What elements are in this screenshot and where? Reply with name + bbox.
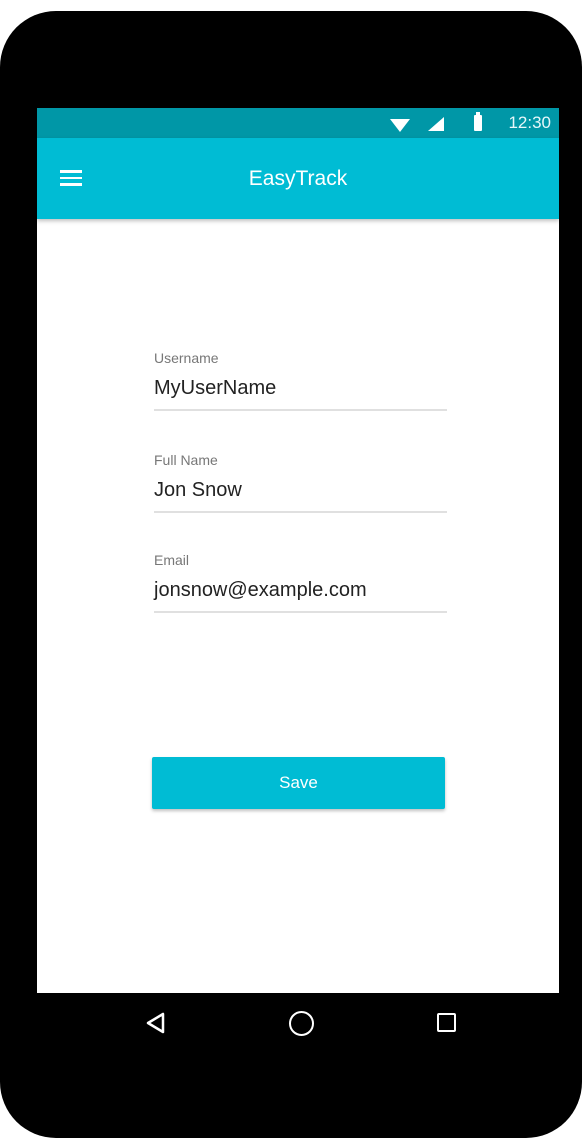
email-underline [154, 611, 447, 613]
status-time: 12:30 [508, 113, 551, 132]
email-input[interactable]: jonsnow@example.com [154, 577, 447, 603]
signal-icon [428, 117, 444, 131]
username-input[interactable]: MyUserName [154, 375, 447, 401]
full-name-field[interactable]: Full Name Jon Snow [154, 451, 447, 513]
save-button[interactable]: Save [152, 757, 445, 809]
full-name-underline [154, 511, 447, 513]
app-title: EasyTrack [248, 167, 348, 190]
phone-frame: 12:30 EasyTrack Username MyUserName Full… [0, 11, 582, 1138]
device-screen: 12:30 EasyTrack Username MyUserName Full… [37, 108, 559, 993]
username-field[interactable]: Username MyUserName [154, 349, 447, 411]
home-icon[interactable] [289, 1011, 314, 1036]
wifi-icon [390, 119, 410, 132]
email-label: Email [154, 552, 190, 568]
back-icon[interactable] [146, 1012, 166, 1034]
recent-apps-icon[interactable] [437, 1013, 456, 1032]
full-name-label: Full Name [154, 452, 218, 468]
username-underline [154, 409, 447, 411]
status-bar: 12:30 [37, 108, 559, 138]
battery-icon [474, 112, 482, 131]
app-bar: EasyTrack [37, 138, 559, 219]
email-field[interactable]: Email jonsnow@example.com [154, 551, 447, 613]
username-label: Username [154, 350, 219, 366]
full-name-input[interactable]: Jon Snow [154, 477, 447, 503]
